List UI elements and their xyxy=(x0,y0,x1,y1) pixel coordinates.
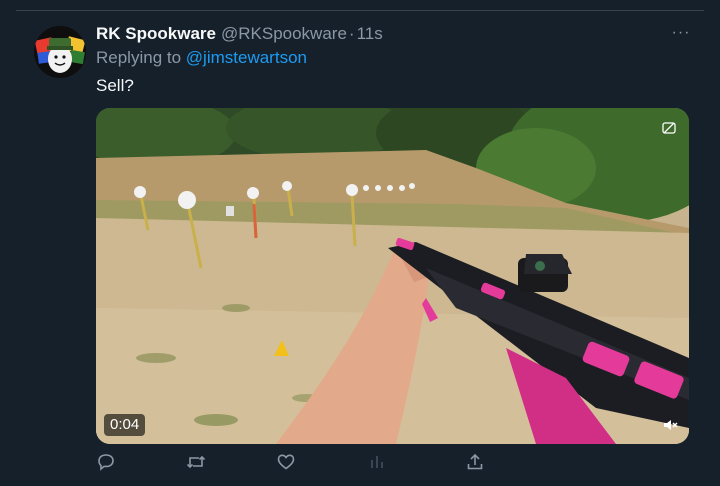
avatar[interactable] xyxy=(34,26,86,78)
reply-icon[interactable] xyxy=(96,452,118,474)
video-player[interactable]: 0:04 xyxy=(96,108,689,444)
tweet-header: RK Spookware @RKSpookware · 11s xyxy=(96,24,383,44)
retweet-icon[interactable] xyxy=(186,452,208,474)
tweet-text: Sell? xyxy=(96,76,134,95)
divider xyxy=(16,10,704,11)
tweet[interactable]: RK Spookware @RKSpookware · 11s ··· Repl… xyxy=(0,0,720,486)
avatar-image xyxy=(34,26,86,78)
user-handle[interactable]: @RKSpookware xyxy=(221,24,347,44)
like-icon[interactable] xyxy=(276,452,298,474)
mute-icon[interactable] xyxy=(661,416,679,434)
video-duration: 0:04 xyxy=(104,414,146,436)
separator-dot: · xyxy=(348,24,355,43)
reply-prefix: Replying to xyxy=(96,48,182,67)
reply-to-link[interactable]: @jimstewartson xyxy=(186,48,307,67)
display-name[interactable]: RK Spookware xyxy=(96,24,216,44)
more-options-button[interactable]: ··· xyxy=(668,25,694,42)
analytics-icon[interactable] xyxy=(367,452,389,474)
reply-context: Replying to @jimstewartson xyxy=(96,48,307,68)
tweet-actions xyxy=(96,452,689,474)
video-settings-icon[interactable] xyxy=(661,120,677,136)
timestamp[interactable]: 11s xyxy=(357,24,383,44)
share-icon[interactable] xyxy=(465,452,487,474)
video-frame xyxy=(96,108,689,444)
